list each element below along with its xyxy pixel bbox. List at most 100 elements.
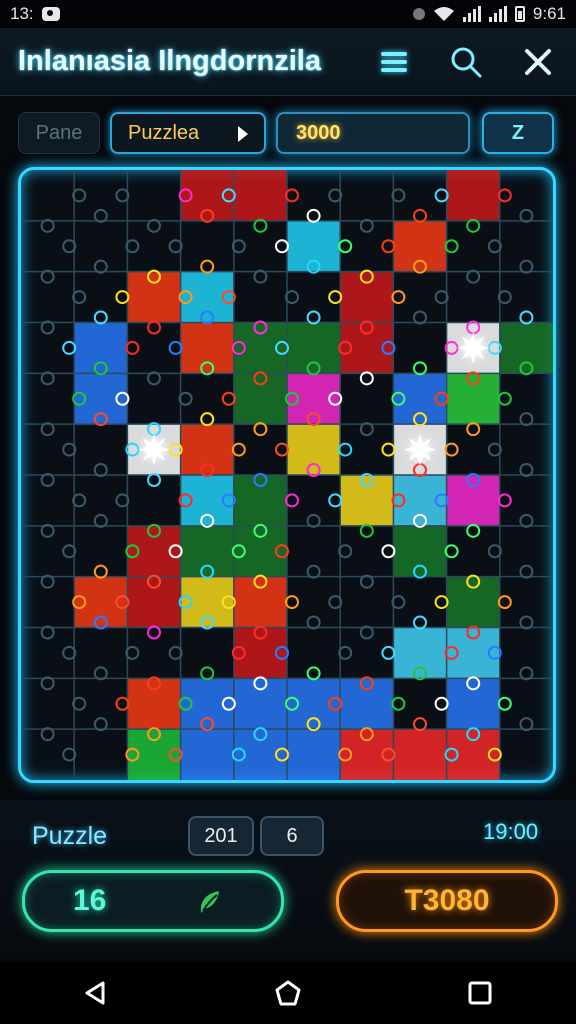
piece-knob [497,696,512,711]
puzzle-piece[interactable] [287,678,341,730]
puzzle-piece[interactable] [499,322,553,374]
puzzle-piece[interactable] [340,678,394,730]
puzzle-piece[interactable] [446,475,501,527]
puzzle-piece[interactable] [287,322,341,374]
moves-button[interactable]: 16 [22,870,284,932]
piece-knob [444,544,459,559]
puzzle-piece[interactable] [393,525,448,578]
piece-knob [328,595,343,610]
piece-knob [40,269,55,284]
puzzle-piece[interactable] [233,475,288,527]
puzzle-piece[interactable] [287,729,341,780]
z-button[interactable]: Z [482,112,554,154]
puzzle-piece[interactable] [233,525,288,578]
home-button[interactable] [268,973,308,1013]
puzzle-piece[interactable] [446,678,501,730]
piece-knob [519,666,534,681]
puzzle-piece[interactable] [233,322,288,374]
puzzle-piece[interactable] [340,729,394,780]
piece-knob [306,513,321,528]
piece-knob [62,544,77,559]
puzzle-piece[interactable] [180,424,235,476]
total-score-value: T3080 [404,884,490,917]
puzzle-piece[interactable] [233,627,288,679]
piece-knob [285,188,299,203]
puzzle-piece[interactable] [127,576,182,628]
piece-knob [444,239,459,254]
puzzle-piece[interactable] [180,271,235,323]
puzzle-piece[interactable] [446,170,501,222]
piece-knob [285,290,299,305]
z-label: Z [511,121,525,144]
puzzle-piece[interactable] [287,220,341,273]
stat-chip-a[interactable]: 201 [188,816,254,856]
piece-knob [434,696,449,711]
puzzle-piece[interactable] [233,729,288,780]
puzzle-piece[interactable] [287,424,341,476]
piece-knob [147,473,161,487]
piece-knob [338,442,353,457]
pane-button[interactable]: Pane [18,112,100,154]
menu-button[interactable] [374,42,414,82]
puzzle-piece[interactable] [180,170,235,222]
puzzle-piece[interactable] [74,373,128,425]
back-triangle-icon [85,981,105,1005]
puzzle-piece[interactable] [127,525,182,578]
puzzle-piece[interactable] [446,729,501,780]
total-score-button[interactable]: T3080 [336,870,558,932]
puzzle-piece[interactable] [393,373,448,425]
puzzle-piece[interactable] [446,627,501,679]
piece-knob [285,493,299,508]
puzzle-piece[interactable] [127,271,182,323]
puzzle-piece[interactable] [446,373,501,425]
search-button[interactable] [446,42,486,82]
puzzle-select[interactable]: Puzzlea [110,112,266,154]
puzzle-piece[interactable] [74,576,128,628]
piece-knob [497,391,512,406]
puzzle-piece[interactable] [74,322,128,374]
stat-chip-b[interactable]: 6 [260,816,324,856]
piece-knob [391,696,406,711]
puzzle-piece[interactable] [233,576,288,628]
puzzle-piece[interactable] [180,678,235,730]
piece-knob [62,340,77,355]
piece-knob [359,574,374,589]
puzzle-piece[interactable] [340,475,394,527]
puzzle-piece[interactable] [340,322,394,374]
puzzle-piece[interactable] [393,220,448,273]
puzzle-label: Puzzle [32,822,108,850]
puzzle-piece[interactable] [393,475,448,527]
puzzle-piece[interactable] [180,322,235,374]
puzzle-piece[interactable] [287,373,341,425]
piece-knob [93,463,108,477]
piece-knob [72,493,87,508]
notification-dot-icon [412,8,425,20]
piece-knob [328,493,343,508]
puzzle-piece[interactable] [180,475,235,527]
back-button[interactable] [76,973,116,1013]
puzzle-piece[interactable] [180,576,235,628]
piece-knob [62,747,77,762]
puzzle-piece[interactable] [393,729,448,780]
puzzle-board[interactable] [18,167,556,783]
piece-knob [381,239,396,254]
piece-knob [147,320,161,335]
piece-knob [519,259,534,274]
piece-knob [93,513,108,528]
piece-knob [434,188,449,203]
puzzle-piece[interactable] [127,729,182,780]
puzzle-piece[interactable] [180,729,235,780]
puzzle-piece[interactable] [393,627,448,679]
close-button[interactable] [518,42,558,82]
puzzle-grid[interactable] [21,170,553,780]
recents-button[interactable] [460,973,500,1013]
puzzle-piece[interactable] [233,373,288,425]
piece-knob [359,218,374,233]
piece-knob [200,412,215,427]
puzzle-piece[interactable] [127,678,182,730]
puzzle-piece[interactable] [180,525,235,578]
puzzle-piece[interactable] [233,170,288,222]
puzzle-piece[interactable] [340,271,394,323]
puzzle-piece[interactable] [446,576,501,628]
puzzle-piece[interactable] [233,678,288,730]
